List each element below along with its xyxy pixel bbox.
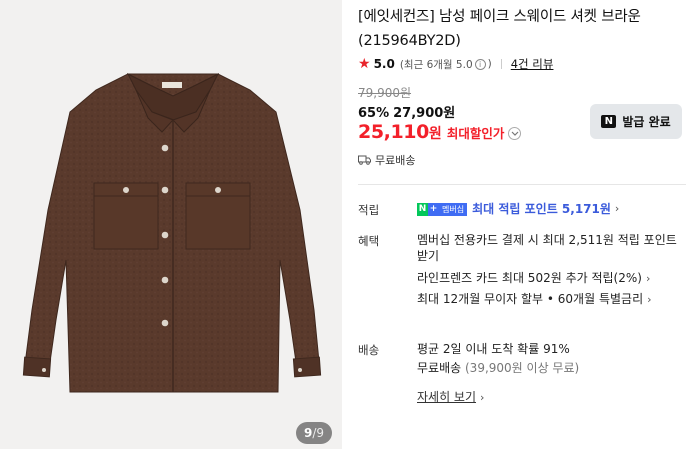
max-discount-price: 25,110 xyxy=(358,121,429,143)
divider-vertical xyxy=(500,59,502,69)
shipping-summary: 무료배송 xyxy=(358,152,415,168)
coupon-button-label: 발급 완료 xyxy=(622,115,671,129)
benefit-card-link[interactable]: 멤버십 전용카드 결제 시 최대 2,511원 적립 포인트 받기 xyxy=(417,232,683,264)
delivery-detail-text: 자세히 보기 xyxy=(417,390,477,404)
benefit-line-friends-link[interactable]: 라인프렌즈 카드 최대 502원 추가 적립(2%) › xyxy=(417,270,650,287)
delivery-free-condition: (39,900원 이상 무료) xyxy=(465,361,580,375)
benefit-card-text: 멤버십 전용카드 결제 시 최대 2,511원 적립 포인트 받기 xyxy=(417,233,677,263)
truck-icon xyxy=(358,155,371,165)
product-info-panel: [에잇세컨즈] 남성 페이크 스웨이드 셔켓 브라운 (215964BY2D) … xyxy=(358,0,686,449)
benefit-line-friends-text: 라인프렌즈 카드 최대 502원 추가 적립(2%) xyxy=(417,271,642,285)
rating-row: ★ 5.0 (최근 6개월 5.0 i ) 4건 리뷰 xyxy=(358,55,553,73)
benefit-installment-text: 최대 12개월 무이자 할부 • 60개월 특별금리 xyxy=(417,292,644,306)
chevron-down-icon[interactable] xyxy=(508,127,522,140)
chevron-right-icon: › xyxy=(614,202,620,215)
rating-recent-label: (최근 6개월 5.0 xyxy=(399,58,473,71)
max-discount-label: 최대할인가 xyxy=(446,126,505,141)
product-image xyxy=(22,72,322,393)
delivery-eta: 평균 2일 이내 도착 확률 91% xyxy=(417,342,570,356)
points-label: 적립 xyxy=(358,203,380,217)
product-title: [에잇세컨즈] 남성 페이크 스웨이드 셔켓 브라운 (215964BY2D) xyxy=(358,9,641,49)
info-icon[interactable]: i xyxy=(474,58,486,70)
max-discount-won: 원 xyxy=(428,126,442,142)
delivery-detail-link[interactable]: 자세히 보기 › xyxy=(417,389,484,406)
product-image-gallery[interactable]: 9/9 xyxy=(0,0,342,449)
max-discount-row[interactable]: 25,110 원 최대할인가 xyxy=(358,121,522,143)
sale-price-row: 65% 27,900원 xyxy=(358,102,455,121)
star-icon: ★ xyxy=(358,56,371,72)
chevron-right-icon: › xyxy=(645,272,651,285)
rating-recent: (최근 6개월 5.0 i ) xyxy=(400,57,492,72)
discount-percent: 65% xyxy=(358,106,390,121)
naver-n-icon: N xyxy=(601,115,617,128)
delivery-free-text: 무료배송 xyxy=(417,361,462,375)
section-divider xyxy=(358,184,686,185)
chevron-right-icon: › xyxy=(647,293,652,306)
plus-icon: + xyxy=(428,202,439,216)
coupon-issued-button[interactable]: N 발급 완료 xyxy=(590,104,682,139)
sale-price: 27,900원 xyxy=(393,106,456,121)
original-price: 79,900원 xyxy=(358,86,412,100)
shipping-summary-text: 무료배송 xyxy=(375,154,416,167)
points-text: 최대 적립 포인트 5,171원 xyxy=(472,202,611,216)
delivery-label: 배송 xyxy=(358,343,380,357)
delivery-free: 무료배송 (39,900원 이상 무료) xyxy=(417,360,579,376)
benefit-installment-link[interactable]: 최대 12개월 무이자 할부 • 60개월 특별금리 › xyxy=(417,291,652,308)
rating-score: 5.0 xyxy=(373,57,395,71)
naver-n-icon: N xyxy=(417,202,428,216)
image-counter-total: /9 xyxy=(312,426,325,440)
review-count-link[interactable]: 4건 리뷰 xyxy=(511,56,554,72)
benefits-label: 혜택 xyxy=(358,234,380,248)
chevron-right-icon: › xyxy=(480,391,485,404)
rating-recent-close: ) xyxy=(487,58,492,70)
image-counter: 9/9 xyxy=(296,422,333,444)
membership-badge-text: 멤버십 xyxy=(439,202,468,216)
points-link[interactable]: N + 멤버십 최대 적립 포인트 5,171원 › xyxy=(417,201,619,217)
chevron-right-icon: › xyxy=(417,252,422,265)
naver-plus-membership-badge: N + 멤버십 xyxy=(417,202,468,216)
